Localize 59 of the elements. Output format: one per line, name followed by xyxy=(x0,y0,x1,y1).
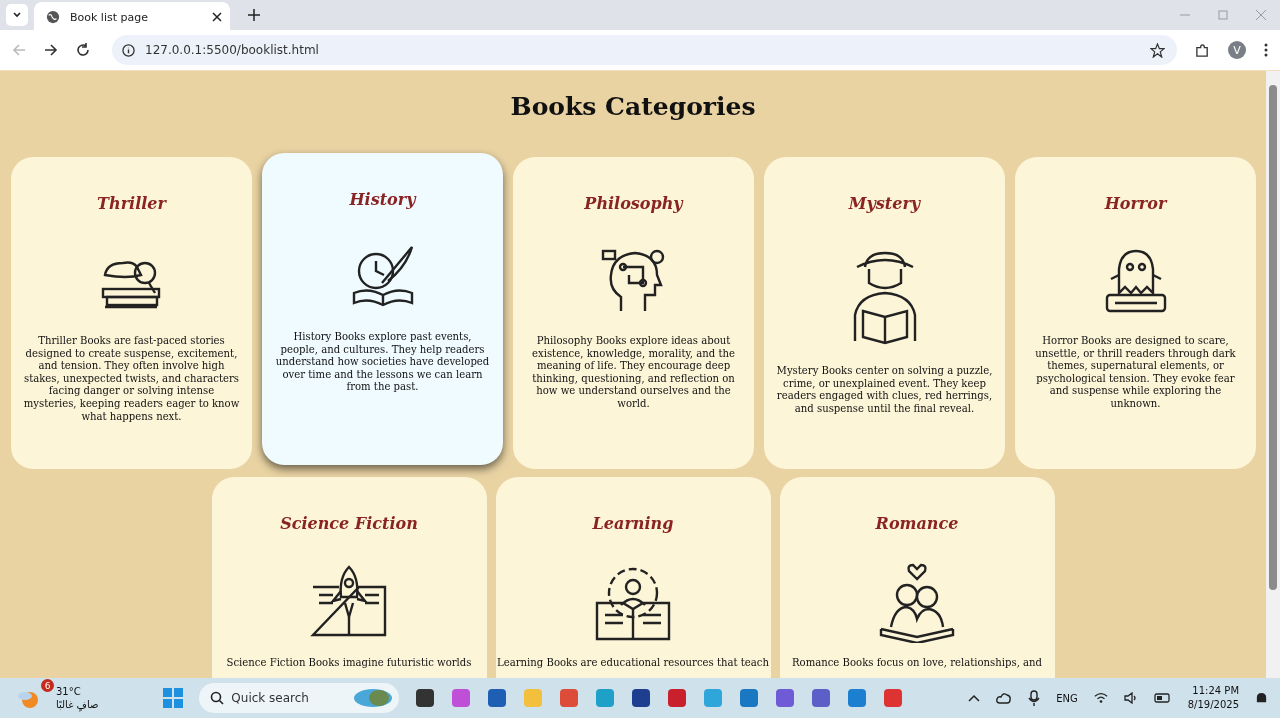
category-description: Horror Books are designed to scare, unsettle, or thrill readers through dark themes, supernatural elements, or psychological tension. They evoke fear and suspense while exploring the unknown. xyxy=(1034,335,1237,411)
category-title: Romance xyxy=(875,513,959,535)
category-card[interactable]: Romance Romance Books focus on love, relationships, and xyxy=(779,477,1055,678)
language-indicator[interactable]: ENG xyxy=(1056,692,1078,704)
category-title: Science Fiction xyxy=(280,513,418,535)
battery-icon[interactable] xyxy=(1153,693,1172,703)
category-card[interactable]: Mystery Mystery Books center on solving a puzzle, crime, or unexplained event. They keep readers engaged with clues, red herrings, and suspense until the final reveal. xyxy=(764,157,1005,469)
page-title: Books Categories xyxy=(509,91,757,123)
category-description: Romance Books focus on love, relationships, and xyxy=(791,657,1043,670)
category-description: Science Fiction Books imagine futuristic worlds xyxy=(226,657,472,670)
category-card[interactable]: Horror Horror Books are designed to scare, unsettle, or thrill readers through dark themes, supernatural elements, or psychological tension. They evoke fear and suspense while exploring the unknown. xyxy=(1015,157,1256,469)
menu-icon[interactable] xyxy=(1264,43,1268,57)
search-field[interactable]: Quick search xyxy=(199,683,400,713)
weather-condition-text: صافٍ غالبًا xyxy=(56,698,99,711)
category-title: Learning xyxy=(592,513,674,535)
browser-tab[interactable]: Book list page xyxy=(34,2,230,32)
tab-list-button[interactable] xyxy=(6,4,28,26)
clock-date[interactable]: 8/19/2025 xyxy=(1187,698,1239,712)
wifi-icon[interactable] xyxy=(1093,692,1108,704)
address-bar[interactable]: 127.0.0.1:5500/booklist.html xyxy=(112,35,1177,65)
notification-badge: 6 xyxy=(41,679,54,692)
category-card[interactable]: Science Fiction Science Fiction Books imagine futuristic worlds xyxy=(211,477,487,678)
search-highlight-icon xyxy=(353,688,394,708)
tab-title: Book list page xyxy=(70,10,149,24)
category-title: Philosophy xyxy=(584,193,683,215)
category-title: Mystery xyxy=(848,193,921,215)
extensions-icon[interactable] xyxy=(1195,42,1210,58)
temperature-text: 31°C xyxy=(56,685,82,698)
category-description: Philosophy Books explore ideas about existence, knowledge, morality, and the meaning of life. They encourage deep thinking, questioning, and reflection on how we understand ourselves and the world. xyxy=(531,335,736,411)
category-description: Mystery Books center on solving a puzzle, crime, or unexplained event. They keep readers engaged with clues, red herrings, and suspense until the final reveal. xyxy=(776,365,993,416)
category-title: Thriller xyxy=(97,193,166,215)
category-card[interactable] xyxy=(11,157,252,469)
globe-icon xyxy=(46,10,60,24)
bookmark-star-icon[interactable] xyxy=(1150,42,1165,58)
caret-icon xyxy=(12,10,22,20)
close-icon[interactable] xyxy=(212,12,222,22)
search-icon xyxy=(210,691,225,705)
category-description: Thriller Books are fast-paced stories designed to create suspense, excitement, and tension. They often involve high stakes, unexpected twists, and characters facing danger or solving intense mysteries, keeping readers eager to know what happens next. xyxy=(23,335,240,424)
url-text: 127.0.0.1:5500/booklist.html xyxy=(145,43,319,57)
reload-icon[interactable] xyxy=(76,43,90,57)
profile-avatar[interactable]: V xyxy=(1228,41,1246,59)
cloud-icon[interactable] xyxy=(996,692,1013,704)
scrollbar[interactable] xyxy=(1266,71,1280,678)
chevron-up-icon[interactable] xyxy=(968,694,981,702)
clock-time[interactable]: 11:24 PM xyxy=(1192,684,1239,698)
category-title: History xyxy=(349,189,416,211)
category-description: Learning Books are educational resources that teach xyxy=(497,657,769,670)
start-icon[interactable] xyxy=(163,688,184,708)
forward-icon[interactable] xyxy=(44,43,58,57)
microphone-icon[interactable] xyxy=(1028,690,1041,706)
category-card[interactable]: Learning Learning Books are educational resources that teach xyxy=(495,477,771,678)
info-icon xyxy=(122,43,135,57)
category-card[interactable] xyxy=(513,157,754,469)
category-title: Horror xyxy=(1104,193,1167,215)
category-description: History Books explore past events, people, and cultures. They help readers understand how societies have developed over time and the lessons we can learn from the past. xyxy=(274,331,491,394)
new-tab-icon[interactable] xyxy=(248,9,260,21)
speaker-icon[interactable] xyxy=(1123,692,1138,704)
category-card[interactable]: History History Books explore past events, people, and cultures. They help readers understand how societies have developed over time and the lessons we can learn from the past. xyxy=(262,153,503,465)
scrollbar-thumb[interactable] xyxy=(1269,85,1277,590)
